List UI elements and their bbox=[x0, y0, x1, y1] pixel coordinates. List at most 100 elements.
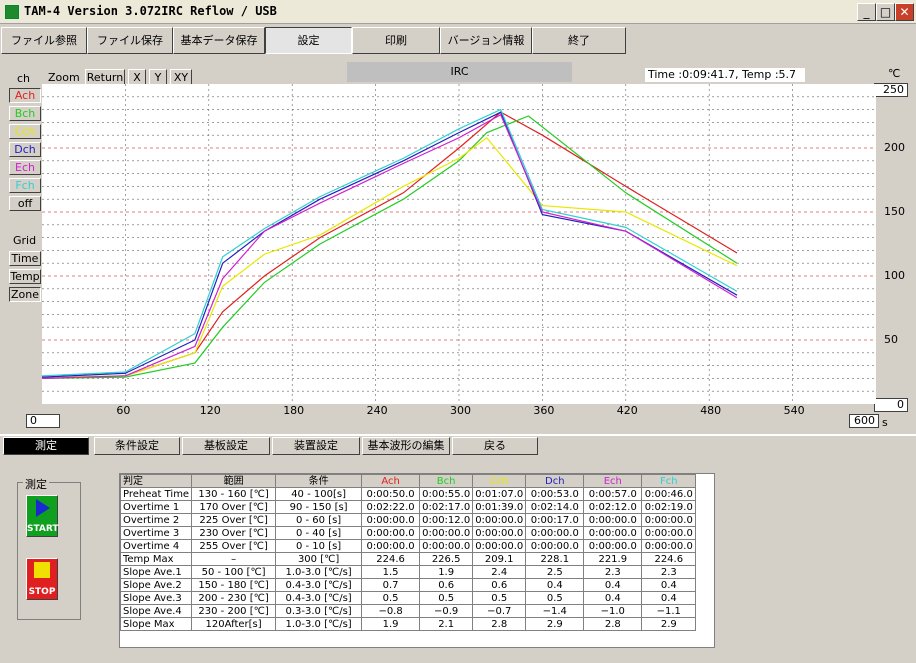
grid-time-button[interactable]: Time bbox=[9, 251, 41, 266]
table-cell: 1.0-3.0 [℃/s] bbox=[275, 617, 363, 631]
table-cell: – bbox=[191, 552, 277, 566]
table-cell: Slope Ave.3 bbox=[120, 591, 193, 605]
table-cell: 0:00:00.0 bbox=[641, 526, 697, 540]
y-max-input[interactable]: 250 bbox=[874, 83, 908, 97]
version-info-button[interactable]: バージョン情報 bbox=[440, 27, 532, 54]
table-cell: 1.5 bbox=[361, 565, 421, 579]
table-cell: 2.9 bbox=[641, 617, 697, 631]
table-header-cell: Ach bbox=[361, 474, 421, 488]
print-button[interactable]: 印刷 bbox=[352, 27, 440, 54]
y-tick-label: 100 bbox=[884, 269, 905, 282]
table-cell: 0.7 bbox=[361, 578, 421, 592]
table-cell: 0:02:14.0 bbox=[525, 500, 585, 514]
maximize-button[interactable]: □ bbox=[876, 3, 895, 21]
table-cell: 2.3 bbox=[583, 565, 643, 579]
channel-f-button[interactable]: Fch bbox=[9, 178, 41, 193]
table-header-cell: 判定 bbox=[120, 474, 193, 488]
table-cell: 0.3-3.0 [℃/s] bbox=[275, 604, 363, 618]
series-line-bch bbox=[42, 115, 738, 379]
table-cell: 224.6 bbox=[361, 552, 421, 566]
ch-label: ch bbox=[17, 72, 31, 85]
table-cell: Slope Ave.4 bbox=[120, 604, 193, 618]
table-cell: −1.0 bbox=[583, 604, 643, 618]
x-min-input[interactable]: 0 bbox=[26, 414, 60, 428]
channel-b-button[interactable]: Bch bbox=[9, 106, 41, 121]
table-cell: 0.4 bbox=[641, 578, 697, 592]
table-cell: 0.6 bbox=[419, 578, 474, 592]
tab-device[interactable]: 装置設定 bbox=[272, 437, 360, 455]
x-tick-label: 480 bbox=[700, 404, 722, 417]
table-cell: 2.4 bbox=[472, 565, 527, 579]
table-cell: 224.6 bbox=[641, 552, 697, 566]
grid-zone-button[interactable]: Zone bbox=[9, 287, 41, 302]
channels-off-button[interactable]: off bbox=[9, 196, 41, 211]
tab-conditions[interactable]: 条件設定 bbox=[94, 437, 180, 455]
table-cell: 0:00:00.0 bbox=[361, 539, 421, 553]
tab-waveform-edit[interactable]: 基本波形の編集 bbox=[362, 437, 450, 455]
series-line-fch bbox=[42, 108, 738, 377]
grid-temp-button[interactable]: Temp bbox=[9, 269, 41, 284]
file-save-button[interactable]: ファイル保存 bbox=[87, 27, 173, 54]
exit-button[interactable]: 終了 bbox=[532, 27, 626, 54]
table-row: Overtime 1 170 Over [℃] 90 - 150 [s] 0:02:2… bbox=[120, 500, 697, 514]
status-readout: Time :0:09:41.7, Temp :5.7 bbox=[645, 68, 805, 82]
table-cell: 0.6 bbox=[472, 578, 527, 592]
tab-back[interactable]: 戻る bbox=[452, 437, 538, 455]
tab-board[interactable]: 基板設定 bbox=[182, 437, 270, 455]
table-cell: 0.4 bbox=[583, 578, 643, 592]
y-min-input[interactable]: 0 bbox=[874, 398, 908, 412]
table-cell: 0:02:12.0 bbox=[583, 500, 643, 514]
stop-label: STOP bbox=[28, 587, 56, 597]
table-cell: 0:00:12.0 bbox=[419, 513, 474, 527]
table-cell: 0 - 40 [s] bbox=[275, 526, 363, 540]
channel-e-button[interactable]: Ech bbox=[9, 160, 41, 175]
settings-button[interactable]: 設定 bbox=[265, 27, 352, 54]
table-header-cell: 範囲 bbox=[191, 474, 277, 488]
table-cell: 221.9 bbox=[583, 552, 643, 566]
table-header-cell: Cch bbox=[472, 474, 527, 488]
x-max-input[interactable]: 600 bbox=[849, 414, 879, 428]
table-cell: 0:00:00.0 bbox=[419, 526, 474, 540]
close-button[interactable]: ✕ bbox=[895, 3, 914, 21]
app-icon bbox=[5, 5, 19, 19]
table-cell: −1.1 bbox=[641, 604, 697, 618]
table-row: Slope Ave.4 230 - 200 [℃] 0.3-3.0 [℃/s] −0.… bbox=[120, 604, 697, 618]
table-cell: Temp Max bbox=[120, 552, 193, 566]
table-cell: 0:02:19.0 bbox=[641, 500, 697, 514]
channel-d-button[interactable]: Dch bbox=[9, 142, 41, 157]
y-tick-label: 200 bbox=[884, 141, 905, 154]
table-row: Slope Ave.2 150 - 180 [℃] 0.4-3.0 [℃/s] 0.7… bbox=[120, 578, 697, 592]
table-cell: 209.1 bbox=[472, 552, 527, 566]
basic-data-save-button[interactable]: 基本データ保存 bbox=[173, 27, 265, 54]
table-cell: 50 - 100 [℃] bbox=[191, 565, 277, 579]
table-cell: 0 - 60 [s] bbox=[275, 513, 363, 527]
x-tick-label: 60 bbox=[116, 404, 131, 417]
table-cell: 0:00:00.0 bbox=[419, 539, 474, 553]
file-browse-button[interactable]: ファイル参照 bbox=[1, 27, 87, 54]
table-cell: 226.5 bbox=[419, 552, 474, 566]
table-cell: 0:00:00.0 bbox=[583, 513, 643, 527]
table-cell: Overtime 2 bbox=[120, 513, 193, 527]
table-cell: 0.4 bbox=[641, 591, 697, 605]
table-cell: 170 Over [℃] bbox=[191, 500, 277, 514]
table-cell: 0:00:50.0 bbox=[361, 487, 421, 501]
channel-c-button[interactable]: Cch bbox=[9, 124, 41, 139]
table-cell: 0.4 bbox=[525, 578, 585, 592]
table-cell: 0:00:00.0 bbox=[361, 513, 421, 527]
table-cell: 228.1 bbox=[525, 552, 585, 566]
channel-a-button[interactable]: Ach bbox=[9, 88, 41, 103]
chart-title: IRC bbox=[347, 62, 572, 82]
table-cell: 0.4-3.0 [℃/s] bbox=[275, 591, 363, 605]
table-cell: −0.8 bbox=[361, 604, 421, 618]
table-header-cell: 条件 bbox=[275, 474, 363, 488]
start-button[interactable]: START bbox=[26, 495, 59, 537]
stop-button[interactable]: STOP bbox=[26, 558, 58, 600]
table-row: Overtime 4 255 Over [℃] 0 - 10 [s] 0:00:00.… bbox=[120, 539, 697, 553]
tab-measure[interactable]: 測定 bbox=[3, 437, 89, 455]
table-cell: 230 - 200 [℃] bbox=[191, 604, 277, 618]
series-line-ech bbox=[42, 113, 738, 379]
start-label: START bbox=[27, 524, 59, 534]
minimize-button[interactable]: _ bbox=[857, 3, 876, 21]
table-row: Slope Ave.3 200 - 230 [℃] 0.4-3.0 [℃/s] 0.5… bbox=[120, 591, 697, 605]
table-cell: Overtime 1 bbox=[120, 500, 193, 514]
